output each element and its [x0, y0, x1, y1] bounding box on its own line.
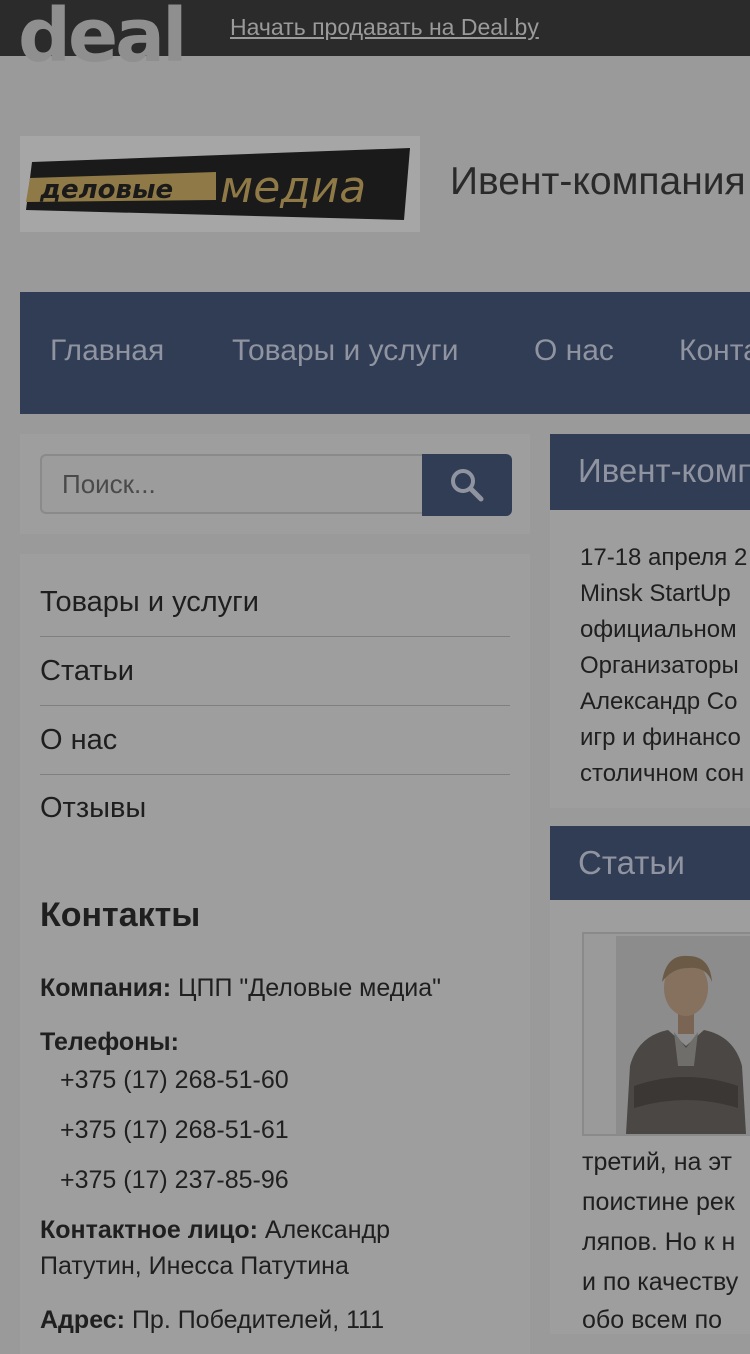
company-label: Компания: — [40, 974, 172, 1002]
event-text-card: 17-18 апреля 2 Minsk StartUp официальном… — [550, 510, 750, 808]
article-photo[interactable] — [582, 932, 750, 1136]
address-value: Пр. Победителей, 111 — [131, 1306, 385, 1334]
phone-3[interactable]: +375 (17) 237-85-96 — [60, 1166, 289, 1195]
nav-item-home[interactable]: Главная — [50, 334, 164, 368]
sidebar: Товары и услуги Статьи О нас Отзывы Конт… — [20, 554, 530, 1354]
article-text-line: третий, на эт — [582, 1148, 733, 1176]
phones-line: Телефоны: — [40, 1028, 179, 1057]
contact-person-value: Александр — [264, 1216, 391, 1244]
search-icon — [451, 469, 484, 502]
company-line: Компания: ЦПП "Деловые медиа" — [40, 974, 441, 1003]
phone-2[interactable]: +375 (17) 268-51-61 — [60, 1116, 289, 1145]
event-text-line: Minsk StartUp — [580, 580, 731, 607]
event-section-header: Ивент-компания — [550, 434, 750, 510]
event-section-title: Ивент-компания — [578, 452, 750, 489]
articles-section-header: Статьи — [550, 826, 750, 900]
nav-item-about[interactable]: О нас — [534, 334, 614, 368]
event-text-line: 17-18 апреля 2 — [580, 544, 748, 571]
contacts-heading: Контакты — [40, 896, 201, 934]
phone-1[interactable]: +375 (17) 268-51-60 — [60, 1066, 289, 1095]
sidebar-item-articles[interactable]: Статьи — [40, 637, 510, 706]
logo-text-right: медиа — [220, 162, 366, 213]
nav-item-contacts[interactable]: Контакты — [679, 334, 750, 368]
company-title: Ивент-компания — [450, 160, 746, 203]
event-text-line: Организаторы — [580, 652, 739, 679]
phones-label: Телефоны: — [40, 1028, 179, 1056]
sidebar-item-reviews[interactable]: Отзывы — [40, 774, 510, 842]
article-text-line: ляпов. Но к н — [582, 1228, 736, 1256]
article-text-line: и по качеству — [582, 1268, 739, 1296]
company-logo[interactable]: деловые медиа — [20, 136, 420, 232]
logo-text-left: деловые — [39, 175, 173, 205]
main-nav: Главная Товары и услуги О нас Контакты — [20, 292, 750, 414]
search-button[interactable] — [422, 454, 512, 516]
event-text-line: Александр Со — [580, 688, 738, 715]
articles-section-title: Статьи — [578, 844, 685, 881]
article-text-line: поистине рек — [582, 1188, 735, 1216]
search-panel — [20, 434, 530, 534]
contact-person-line: Контактное лицо: Александр — [40, 1216, 390, 1245]
event-text-line: столичном сон — [580, 760, 745, 787]
contact-person-line-2: Патутин, Инесса Патутина — [40, 1252, 349, 1280]
deal-logo[interactable]: deal — [18, 0, 187, 78]
articles-card: третий, на эт поистине рек ляпов. Но к н… — [550, 900, 750, 1334]
company-value: ЦПП "Деловые медиа" — [178, 974, 442, 1002]
search-input[interactable] — [40, 454, 422, 514]
top-bar: deal Начать продавать на Deal.by — [0, 0, 750, 78]
article-text-line: обо всем по — [582, 1306, 723, 1334]
person-photo-icon — [616, 936, 750, 1134]
sidebar-item-products[interactable]: Товары и услуги — [40, 568, 510, 637]
address-line: Адрес: Пр. Победителей, 111 — [40, 1306, 384, 1335]
address-label: Адрес: — [40, 1306, 125, 1334]
event-text-line: игр и финансо — [580, 724, 741, 751]
nav-item-products[interactable]: Товары и услуги — [232, 334, 459, 368]
contact-person-label: Контактное лицо: — [40, 1216, 258, 1244]
start-selling-link[interactable]: Начать продавать на Deal.by — [230, 14, 539, 41]
event-text-line: официальном — [580, 616, 737, 643]
sidebar-item-about[interactable]: О нас — [40, 706, 510, 775]
